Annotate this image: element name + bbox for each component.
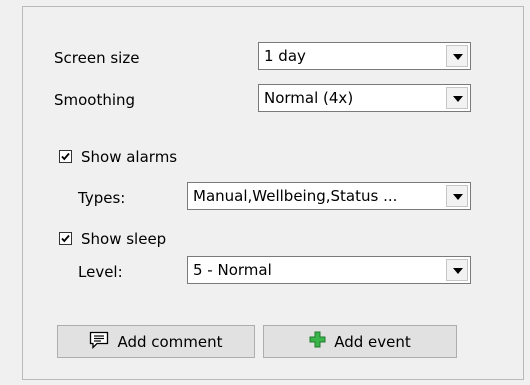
display-settings-panel: Screen size 1 day Smoothing Normal (4x) … xyxy=(22,6,524,380)
sleep-level-select[interactable]: 5 - Normal xyxy=(187,256,471,284)
alarm-types-select[interactable]: Manual,Wellbeing,Status ... xyxy=(187,182,471,210)
sleep-level-label: Level: xyxy=(78,263,123,281)
show-sleep-checkbox[interactable] xyxy=(59,232,72,245)
show-sleep-label[interactable]: Show sleep xyxy=(81,229,166,249)
smoothing-select[interactable]: Normal (4x) xyxy=(258,84,471,112)
show-alarms-checkbox[interactable] xyxy=(59,150,72,163)
alarm-types-label: Types: xyxy=(78,189,126,207)
add-event-label: Add event xyxy=(334,332,411,351)
smoothing-value: Normal (4x) xyxy=(264,89,354,107)
checkmark-icon xyxy=(61,152,70,161)
screen-size-value: 1 day xyxy=(264,47,306,65)
chevron-down-icon[interactable] xyxy=(446,185,468,207)
chevron-down-icon[interactable] xyxy=(446,87,468,109)
add-event-button[interactable]: Add event xyxy=(263,325,457,358)
add-comment-button[interactable]: Add comment xyxy=(57,325,255,358)
chevron-down-icon[interactable] xyxy=(446,45,468,67)
smoothing-label: Smoothing xyxy=(54,91,136,109)
chevron-down-icon[interactable] xyxy=(446,259,468,281)
screen-size-select[interactable]: 1 day xyxy=(258,42,471,70)
comment-icon xyxy=(89,331,109,353)
checkmark-icon xyxy=(61,234,70,243)
add-comment-label: Add comment xyxy=(117,332,223,351)
screen-size-label: Screen size xyxy=(54,49,140,67)
sleep-level-value: 5 - Normal xyxy=(193,261,272,279)
show-alarms-label[interactable]: Show alarms xyxy=(81,147,177,167)
alarm-types-value: Manual,Wellbeing,Status ... xyxy=(193,187,398,205)
plus-icon xyxy=(309,331,326,352)
